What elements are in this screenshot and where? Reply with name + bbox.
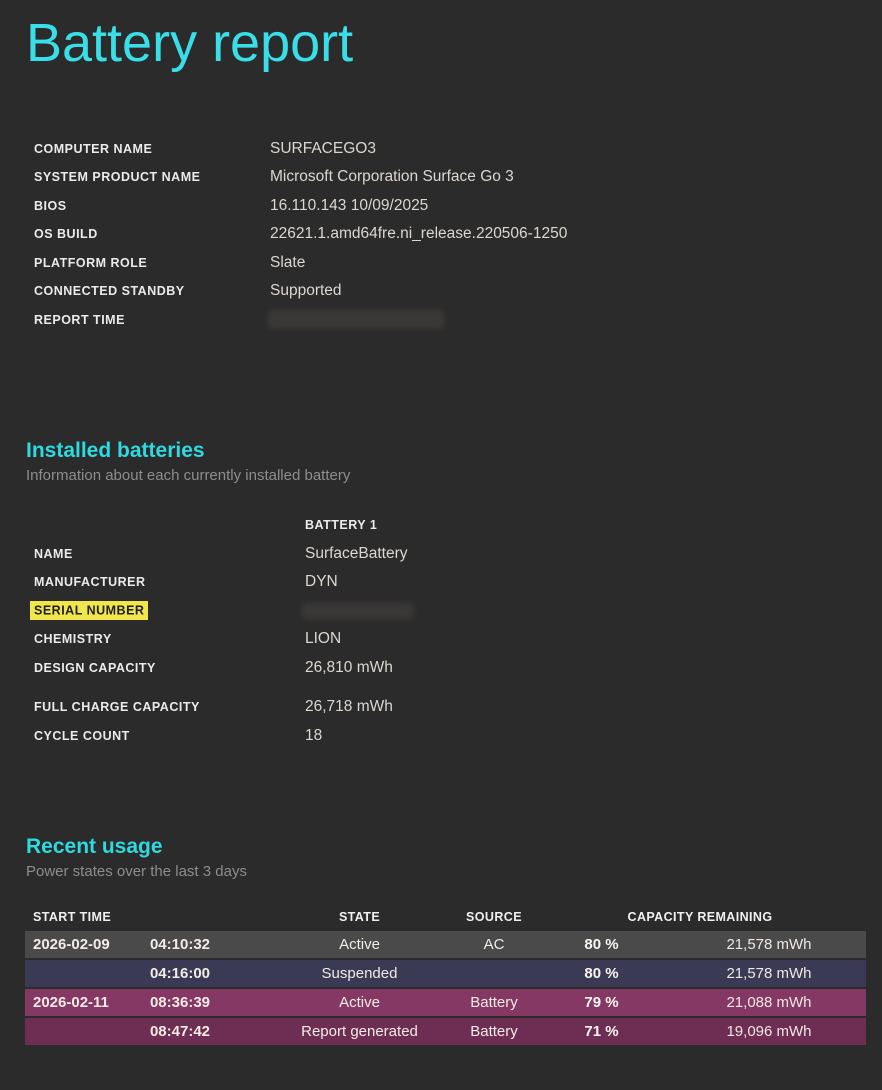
- row-source: Battery: [457, 1023, 531, 1040]
- header-start-time: START TIME: [25, 910, 262, 924]
- row-capacity-mwh: 21,578 mWh: [672, 936, 866, 953]
- battery-details-grid: BATTERY 1 NAME SurfaceBattery MANUFACTUR…: [34, 511, 882, 750]
- os-build-value: 22621.1.amd64fre.ni_release.220506-1250: [270, 225, 567, 243]
- battery-row-serial-number: SERIAL NUMBER: [34, 597, 882, 626]
- row-time: 08:36:39: [138, 994, 210, 1011]
- row-state: Active: [265, 994, 454, 1011]
- design-capacity-value: 26,810 mWh: [305, 659, 393, 677]
- connected-standby-value: Supported: [270, 282, 342, 300]
- system-info-row-bios: BIOS 16.110.143 10/09/2025: [34, 192, 882, 221]
- battery-row-full-charge-capacity: FULL CHARGE CAPACITY 26,718 mWh: [34, 693, 882, 722]
- battery-report-page: Battery report COMPUTER NAME SURFACEGO3 …: [0, 10, 882, 1090]
- battery-row-chemistry: CHEMISTRY LION: [34, 625, 882, 654]
- system-info-row-report-time: REPORT TIME: [34, 306, 882, 335]
- battery-column-header-row: BATTERY 1: [34, 511, 882, 540]
- system-info-row-computer-name: COMPUTER NAME SURFACEGO3: [34, 135, 882, 164]
- recent-usage-table: START TIME STATE SOURCE CAPACITY REMAINI…: [25, 905, 866, 1045]
- row-capacity-percent: 71 %: [534, 1023, 669, 1040]
- cycle-count-label: CYCLE COUNT: [34, 729, 305, 743]
- usage-table-row: 04:16:00 Suspended 80 % 21,578 mWh: [25, 960, 866, 987]
- row-date: [33, 1023, 138, 1040]
- system-product-name-label: SYSTEM PRODUCT NAME: [34, 170, 270, 184]
- battery-row-cycle-count: CYCLE COUNT 18: [34, 722, 882, 751]
- report-time-redacted-smudge: [268, 310, 444, 329]
- battery-1-column-header: BATTERY 1: [305, 518, 377, 532]
- battery-row-manufacturer: MANUFACTURER DYN: [34, 568, 882, 597]
- row-source: AC: [457, 936, 531, 953]
- page-title: Battery report: [26, 10, 882, 78]
- installed-batteries-heading: Installed batteries: [26, 438, 882, 464]
- serial-number-value: [305, 603, 414, 619]
- row-capacity-mwh: 21,578 mWh: [672, 965, 866, 982]
- battery-row-design-capacity: DESIGN CAPACITY 26,810 mWh: [34, 654, 882, 683]
- row-date: 2026-02-11: [33, 994, 138, 1011]
- system-info-row-product-name: SYSTEM PRODUCT NAME Microsoft Corporatio…: [34, 163, 882, 192]
- chemistry-value: LION: [305, 630, 341, 648]
- serial-number-label: SERIAL NUMBER: [34, 604, 305, 618]
- usage-table-row: 2026-02-09 04:10:32 Active AC 80 % 21,57…: [25, 931, 866, 958]
- manufacturer-label: MANUFACTURER: [34, 575, 305, 589]
- row-date: 2026-02-09: [33, 936, 138, 953]
- full-charge-capacity-value: 26,718 mWh: [305, 698, 393, 716]
- os-build-label: OS BUILD: [34, 227, 270, 241]
- row-capacity-mwh: 21,088 mWh: [672, 994, 866, 1011]
- design-capacity-label: DESIGN CAPACITY: [34, 661, 305, 675]
- cycle-count-value: 18: [305, 727, 322, 745]
- computer-name-label: COMPUTER NAME: [34, 142, 270, 156]
- battery-name-label: NAME: [34, 547, 305, 561]
- header-capacity-remaining: CAPACITY REMAINING: [534, 910, 866, 924]
- usage-table-header-row: START TIME STATE SOURCE CAPACITY REMAINI…: [25, 905, 866, 929]
- platform-role-value: Slate: [270, 254, 305, 272]
- row-time: 04:10:32: [138, 936, 210, 953]
- manufacturer-value: DYN: [305, 573, 338, 591]
- recent-usage-subtitle: Power states over the last 3 days: [26, 861, 882, 883]
- row-capacity-percent: 79 %: [534, 994, 669, 1011]
- recent-usage-section: Recent usage Power states over the last …: [0, 834, 882, 1045]
- connected-standby-label: CONNECTED STANDBY: [34, 284, 270, 298]
- serial-number-search-highlight: SERIAL NUMBER: [30, 601, 148, 620]
- recent-usage-heading: Recent usage: [26, 834, 882, 860]
- report-time-label: REPORT TIME: [34, 313, 270, 327]
- full-charge-capacity-label: FULL CHARGE CAPACITY: [34, 700, 305, 714]
- header-source: SOURCE: [457, 910, 531, 924]
- row-capacity-percent: 80 %: [534, 965, 669, 982]
- system-product-name-value: Microsoft Corporation Surface Go 3: [270, 168, 514, 186]
- bios-value: 16.110.143 10/09/2025: [270, 197, 428, 215]
- bios-label: BIOS: [34, 199, 270, 213]
- row-capacity-percent: 80 %: [534, 936, 669, 953]
- computer-name-value: SURFACEGO3: [270, 140, 376, 158]
- installed-batteries-subtitle: Information about each currently install…: [26, 465, 882, 487]
- usage-table-row: 08:47:42 Report generated Battery 71 % 1…: [25, 1018, 866, 1045]
- system-info-row-os-build: OS BUILD 22621.1.amd64fre.ni_release.220…: [34, 220, 882, 249]
- system-info-row-connected-standby: CONNECTED STANDBY Supported: [34, 277, 882, 306]
- row-state: Suspended: [265, 965, 454, 982]
- row-state: Report generated: [265, 1023, 454, 1040]
- battery-name-value: SurfaceBattery: [305, 545, 408, 563]
- row-date: [33, 965, 138, 982]
- row-time: 04:16:00: [138, 965, 210, 982]
- chemistry-label: CHEMISTRY: [34, 632, 305, 646]
- serial-number-redacted-smudge: [302, 603, 414, 619]
- row-capacity-mwh: 19,096 mWh: [672, 1023, 866, 1040]
- installed-batteries-section: Installed batteries Information about ea…: [0, 438, 882, 750]
- row-source: Battery: [457, 994, 531, 1011]
- usage-table-row: 2026-02-11 08:36:39 Active Battery 79 % …: [25, 989, 866, 1016]
- row-state: Active: [265, 936, 454, 953]
- report-time-value: [270, 310, 444, 329]
- platform-role-label: PLATFORM ROLE: [34, 256, 270, 270]
- system-info-row-platform-role: PLATFORM ROLE Slate: [34, 249, 882, 278]
- system-info-section: COMPUTER NAME SURFACEGO3 SYSTEM PRODUCT …: [34, 135, 882, 335]
- row-time: 08:47:42: [138, 1023, 210, 1040]
- battery-row-name: NAME SurfaceBattery: [34, 540, 882, 569]
- header-state: STATE: [265, 910, 454, 924]
